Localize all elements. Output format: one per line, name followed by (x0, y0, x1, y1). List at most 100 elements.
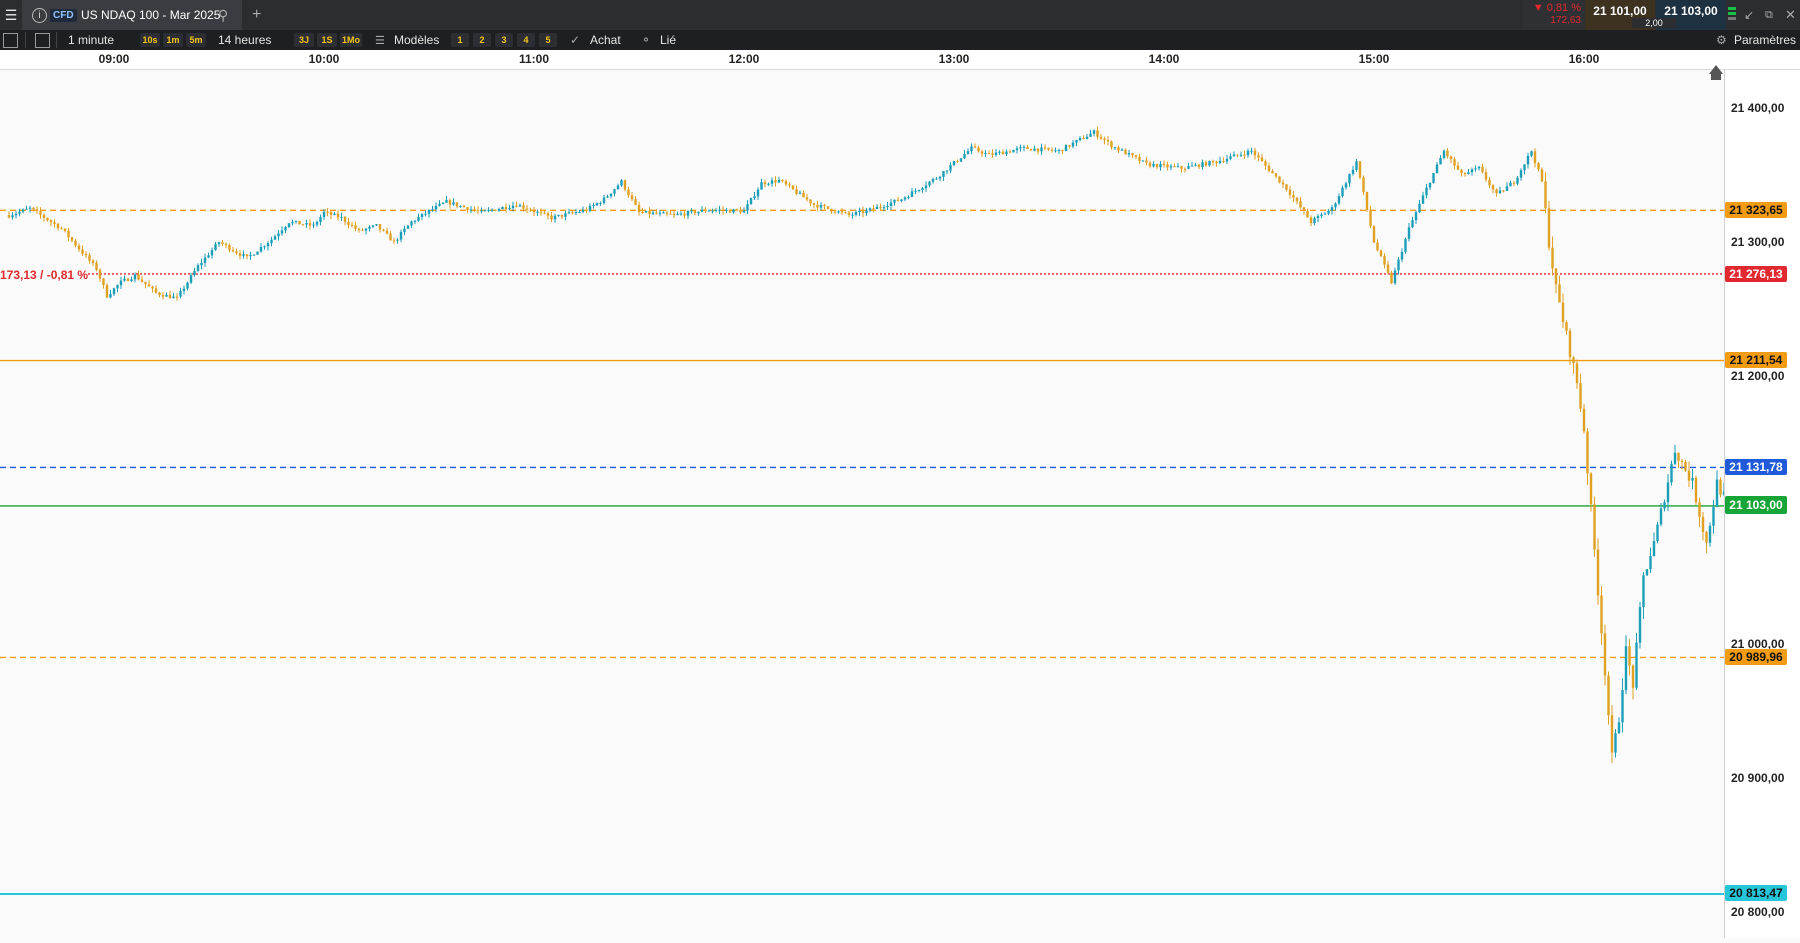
current-price-label: 21 103,00 (1725, 496, 1787, 514)
ask-price: 21 103,00 (1664, 4, 1718, 18)
candle-body (116, 285, 119, 289)
candle-body (914, 190, 917, 192)
candle-body (1026, 146, 1029, 150)
candle-body (1085, 136, 1089, 140)
candle-body (1050, 149, 1054, 151)
layout-2-button[interactable]: 2 (473, 33, 491, 47)
candle-body (483, 210, 487, 212)
candle-body (18, 211, 21, 214)
candle-body (543, 212, 546, 214)
candle-body (119, 280, 123, 286)
level-label-20813: 20 813,47 (1725, 885, 1787, 901)
spread-value: 2,00 (1632, 18, 1676, 28)
candle-body (879, 206, 882, 208)
buy-button[interactable]: Achat (590, 30, 621, 50)
candle-body (1341, 187, 1344, 197)
cart-icon[interactable]: ✓ (570, 30, 580, 50)
templates-icon[interactable]: ☰ (375, 30, 385, 50)
interval-select[interactable]: 1 minute (68, 30, 114, 50)
candle-body (1369, 209, 1372, 227)
candle-body (39, 211, 42, 215)
home-icon[interactable] (1709, 65, 1723, 74)
candle-body (7, 215, 11, 218)
candle-body (994, 152, 998, 155)
menu-icon[interactable]: ☰ (2, 0, 20, 30)
candle-body (179, 290, 182, 297)
range-select[interactable]: 14 heures (218, 30, 271, 50)
layout-3-button[interactable]: 3 (495, 33, 513, 47)
candle-body (585, 209, 588, 211)
candle-body (497, 209, 501, 211)
info-icon[interactable]: i (32, 0, 47, 30)
layout-4-button[interactable]: 4 (517, 33, 535, 47)
candle-body (49, 220, 53, 223)
candle-body (1666, 482, 1670, 503)
range-3j-button[interactable]: 3J (294, 33, 314, 47)
candle-body (203, 257, 207, 263)
candle-body (1390, 272, 1393, 284)
range-1mo-button[interactable]: 1Mo (340, 33, 362, 47)
candle-body (823, 204, 826, 207)
candle-body (1540, 169, 1544, 182)
candle-body (788, 184, 791, 186)
shrink-icon[interactable]: ↙ (1744, 0, 1754, 30)
candle-body (1281, 182, 1285, 185)
candle-body (1320, 214, 1323, 217)
layout-1-button[interactable]: 1 (451, 33, 469, 47)
candle-body (340, 216, 343, 218)
candle-body (1334, 203, 1337, 208)
link-button[interactable]: Lié (660, 30, 676, 50)
candle-body (67, 230, 70, 238)
candle-body (847, 212, 851, 215)
link-icon[interactable]: ⚬ (641, 30, 651, 50)
candle-body (382, 229, 385, 231)
candle-body (802, 192, 805, 198)
candle-body (791, 185, 795, 190)
list-icon[interactable] (3, 33, 18, 48)
candle-body (91, 260, 95, 263)
interval-10s-button[interactable]: 10s (140, 33, 160, 47)
add-tab-icon[interactable]: + (252, 0, 261, 30)
candle-body (410, 221, 413, 226)
candle-body (378, 224, 382, 230)
candle-body (1715, 479, 1719, 507)
candle-body (455, 202, 459, 207)
candle-body (361, 229, 364, 231)
layout-5-button[interactable]: 5 (539, 33, 557, 47)
candle-body (896, 199, 900, 201)
templates-button[interactable]: Modèles (394, 30, 439, 50)
candle-body (1040, 147, 1043, 152)
candle-body (781, 179, 784, 182)
range-1s-button[interactable]: 1S (317, 33, 337, 47)
candle-body (837, 211, 840, 213)
candle-body (882, 207, 886, 209)
candle-body (539, 211, 543, 213)
interval-5m-button[interactable]: 5m (186, 33, 206, 47)
close-icon[interactable]: ✕ (1785, 0, 1796, 30)
candle-body (466, 207, 469, 211)
candle-body (707, 210, 711, 212)
candle-body (1285, 184, 1288, 190)
candle-body (942, 171, 945, 177)
search-icon[interactable]: ⚲ (218, 0, 228, 30)
candle-body (364, 228, 368, 231)
candle-body (1327, 210, 1330, 214)
interval-1m-button[interactable]: 1m (163, 33, 183, 47)
candle-body (1435, 164, 1439, 173)
candle-body (571, 212, 574, 214)
time-tick: 11:00 (518, 52, 550, 66)
gear-icon[interactable]: ⚙ (1716, 30, 1727, 50)
chart-plot-area[interactable] (0, 70, 1733, 938)
candle-body (1117, 147, 1120, 151)
settings-button[interactable]: Paramètres (1734, 30, 1796, 50)
candle-body (1498, 190, 1502, 194)
candle-body (1309, 217, 1313, 224)
popout-icon[interactable]: ⧉ (1765, 0, 1773, 30)
candle-body (1512, 182, 1516, 184)
window-header: ☰ i CFD US NDAQ 100 - Mar 2025 ⚲ + ▼ 0,8… (0, 0, 1800, 30)
candle-body (1404, 238, 1407, 252)
candle-body (1600, 595, 1603, 634)
candle-body (1530, 151, 1533, 156)
toolbar-divider (56, 32, 57, 48)
layout-grid-icon[interactable] (35, 33, 50, 48)
